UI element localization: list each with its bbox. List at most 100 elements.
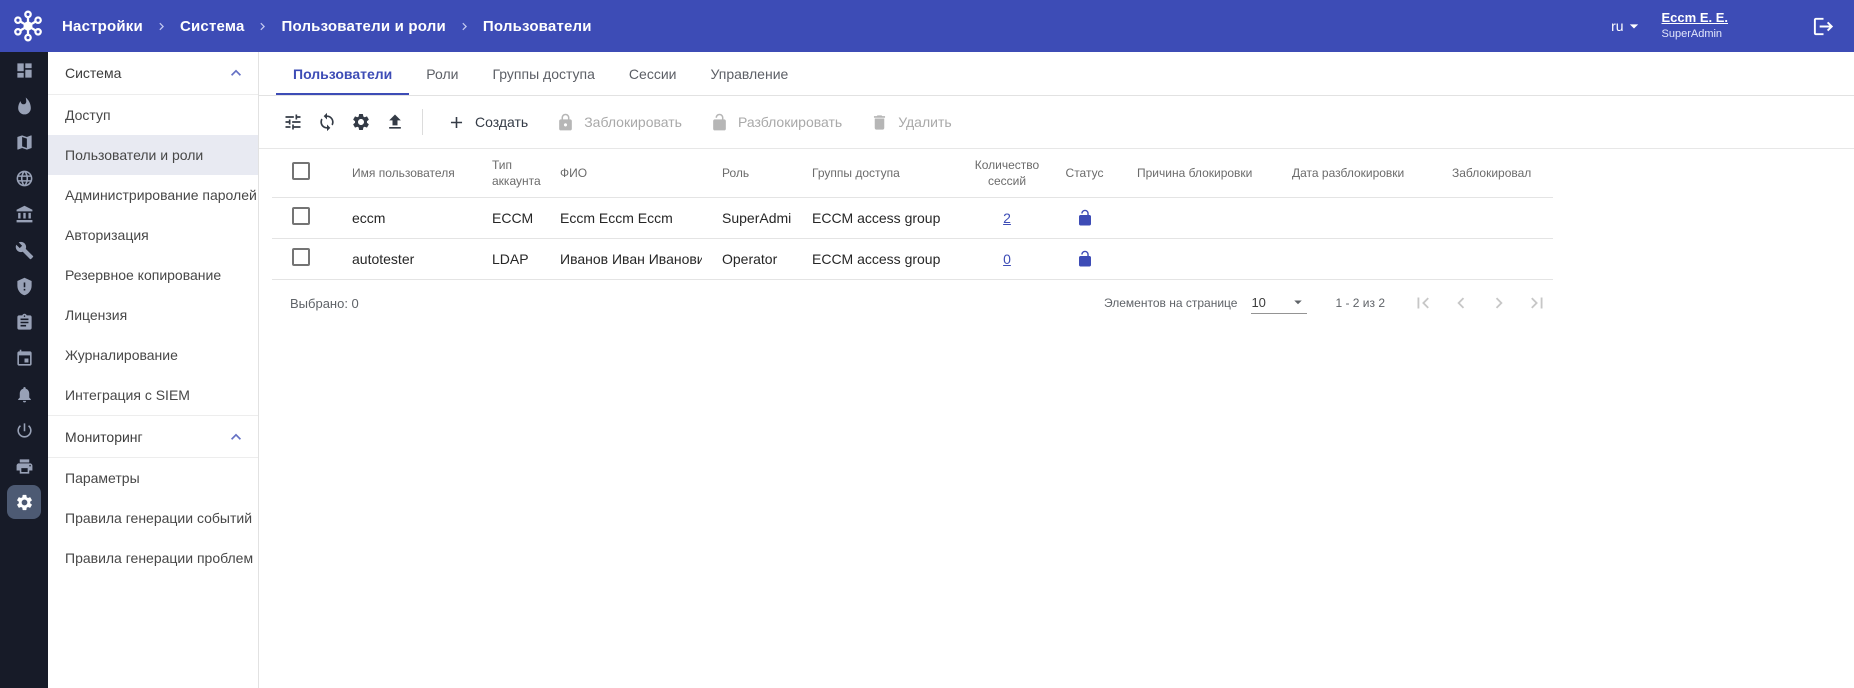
power-icon[interactable] (0, 412, 48, 448)
chevron-right-icon (154, 19, 169, 34)
row-checkbox[interactable] (292, 248, 310, 266)
page-range-label: 1 - 2 из 2 (1335, 296, 1385, 310)
delete-button[interactable]: Удалить (870, 113, 951, 132)
items-per-page-label: Элементов на странице (1104, 296, 1237, 310)
first-page-button[interactable] (1409, 289, 1437, 317)
network-icon[interactable] (0, 160, 48, 196)
tab-management[interactable]: Управление (693, 52, 805, 95)
table-settings-icon[interactable] (344, 105, 378, 139)
upload-icon[interactable] (378, 105, 412, 139)
app-logo[interactable] (6, 4, 50, 48)
chevron-up-icon (226, 427, 246, 447)
breadcrumb-settings[interactable]: Настройки (62, 18, 143, 35)
block-button[interactable]: Заблокировать (556, 113, 682, 132)
breadcrumb: Настройки Система Пользователи и роли По… (62, 18, 592, 35)
chevron-up-icon (226, 63, 246, 83)
organization-icon[interactable] (0, 196, 48, 232)
select-all-checkbox[interactable] (292, 162, 310, 180)
col-header-unblock-date: Дата разблокировки (1272, 149, 1432, 197)
tools-icon[interactable] (0, 232, 48, 268)
sidebar-item-access[interactable]: Доступ (48, 95, 258, 135)
calendar-icon[interactable] (0, 340, 48, 376)
refresh-icon[interactable] (310, 105, 344, 139)
sessions-count-link[interactable]: 0 (1003, 251, 1011, 267)
last-page-button[interactable] (1523, 289, 1551, 317)
app-logo-icon (11, 9, 45, 43)
sidebar: Система Доступ Пользователи и роли Админ… (48, 52, 259, 688)
tasks-icon[interactable] (0, 304, 48, 340)
tab-bar: Пользователи Роли Группы доступа Сессии … (259, 52, 1854, 96)
selected-count-label: Выбрано: 0 (290, 296, 359, 311)
notifications-icon[interactable] (0, 376, 48, 412)
sidebar-item-event-rules[interactable]: Правила генерации событий (48, 498, 258, 538)
col-header-full-name: ФИО (540, 149, 702, 197)
cell-account-type: ECCM (472, 197, 540, 238)
map-icon[interactable] (0, 124, 48, 160)
security-icon[interactable] (0, 268, 48, 304)
create-button[interactable]: Создать (447, 113, 528, 132)
tab-sessions[interactable]: Сессии (612, 52, 694, 95)
cell-username: autotester (332, 238, 472, 279)
user-role: SuperAdmin (1662, 27, 1723, 41)
col-header-status: Статус (1052, 149, 1117, 197)
col-header-sessions: Количество сессий (962, 149, 1052, 197)
breadcrumb-users[interactable]: Пользователи (483, 18, 592, 35)
incidents-icon[interactable] (0, 88, 48, 124)
cell-block-reason (1117, 238, 1272, 279)
tab-access-groups[interactable]: Группы доступа (475, 52, 611, 95)
sidebar-section-label: Мониторинг (65, 429, 143, 445)
tab-users[interactable]: Пользователи (276, 52, 409, 95)
sidebar-item-backup[interactable]: Резервное копирование (48, 255, 258, 295)
logout-button[interactable] (1804, 7, 1842, 45)
sidebar-item-license[interactable]: Лицензия (48, 295, 258, 335)
sidebar-item-problem-rules[interactable]: Правила генерации проблем (48, 538, 258, 578)
cell-blocked-by (1432, 197, 1553, 238)
settings-icon[interactable] (0, 484, 48, 520)
table-row[interactable]: eccm ECCM Eccm Eccm Eccm SuperAdmin ECCM… (272, 197, 1553, 238)
dashboard-icon[interactable] (0, 52, 48, 88)
sidebar-item-siem[interactable]: Интеграция с SIEM (48, 375, 258, 415)
sidebar-section-system[interactable]: Система (48, 52, 258, 95)
table-row[interactable]: autotester LDAP Иванов Иван Иванович Ope… (272, 238, 1553, 279)
unblock-button[interactable]: Разблокировать (710, 113, 842, 132)
sidebar-item-password-admin[interactable]: Администрирование паролей (48, 175, 258, 215)
trash-icon (870, 113, 889, 132)
sidebar-item-logging[interactable]: Журналирование (48, 335, 258, 375)
breadcrumb-users-roles[interactable]: Пользователи и роли (281, 18, 445, 35)
devices-icon[interactable] (0, 448, 48, 484)
cell-full-name: Eccm Eccm Eccm (540, 197, 702, 238)
table-footer: Выбрано: 0 Элементов на странице 10 1 - … (272, 280, 1553, 327)
user-name[interactable]: Eccm E. E. (1662, 10, 1728, 27)
sidebar-section-label: Система (65, 65, 121, 81)
items-per-page-select[interactable]: 10 (1251, 292, 1307, 314)
sidebar-item-users-roles[interactable]: Пользователи и роли (48, 135, 258, 175)
logout-icon (1812, 15, 1835, 38)
filter-icon[interactable] (276, 105, 310, 139)
user-menu[interactable]: Eccm E. E. SuperAdmin (1662, 10, 1728, 41)
cell-blocked-by (1432, 238, 1553, 279)
next-page-button[interactable] (1485, 289, 1513, 317)
sidebar-item-authorization[interactable]: Авторизация (48, 215, 258, 255)
chevron-right-icon (1488, 292, 1510, 314)
cell-full-name: Иванов Иван Иванович (540, 238, 702, 279)
users-table: Имя пользователя Тип аккаунта ФИО Роль Г… (272, 149, 1553, 280)
col-header-role: Роль (702, 149, 792, 197)
cell-role: SuperAdmin (702, 197, 792, 238)
last-page-icon (1526, 292, 1548, 314)
sidebar-section-monitoring[interactable]: Мониторинг (48, 415, 258, 458)
icon-rail (0, 52, 48, 688)
caret-down-icon (1289, 293, 1307, 311)
cell-unblock-date (1272, 197, 1432, 238)
sessions-count-link[interactable]: 2 (1003, 210, 1011, 226)
breadcrumb-system[interactable]: Система (180, 18, 245, 35)
language-label: ru (1611, 18, 1623, 34)
cell-account-type: LDAP (472, 238, 540, 279)
previous-page-button[interactable] (1447, 289, 1475, 317)
language-selector[interactable]: ru (1611, 16, 1643, 36)
sidebar-item-parameters[interactable]: Параметры (48, 458, 258, 498)
row-checkbox[interactable] (292, 207, 310, 225)
tab-roles[interactable]: Роли (409, 52, 475, 95)
topbar: Настройки Система Пользователи и роли По… (0, 0, 1854, 52)
cell-unblock-date (1272, 238, 1432, 279)
caret-down-icon (1624, 16, 1644, 36)
